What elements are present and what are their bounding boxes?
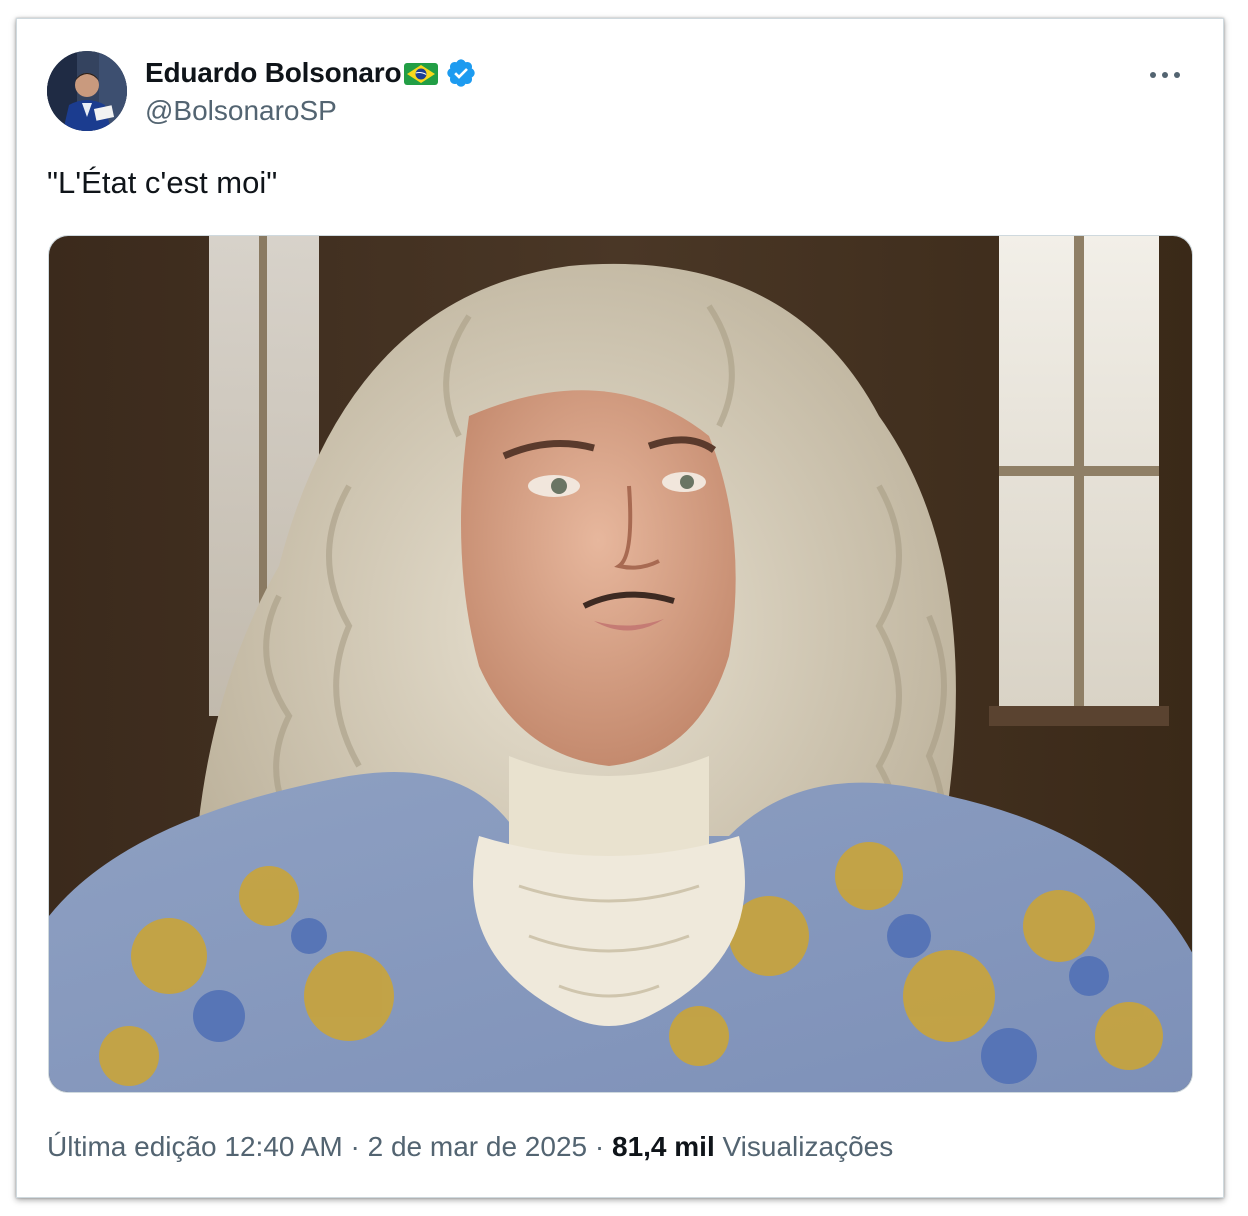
avatar[interactable] [47, 51, 127, 131]
more-options-button[interactable] [1145, 61, 1185, 89]
post-date[interactable]: 2 de mar de 2025 [368, 1131, 588, 1162]
verified-badge-icon[interactable] [445, 57, 477, 89]
brazil-flag-icon [403, 60, 439, 86]
author-display-name[interactable]: Eduardo Bolsonaro [145, 57, 402, 89]
more-dots-icon [1150, 72, 1180, 78]
tweet-meta: Última edição 12:40 AM · 2 de mar de 202… [47, 1131, 893, 1163]
meta-separator: · [594, 1131, 605, 1162]
tweet-image[interactable] [48, 235, 1193, 1093]
tweet-card: Eduardo Bolsonaro @BolsonaroSP "L'État c… [16, 18, 1224, 1198]
tweet-header: Eduardo Bolsonaro @BolsonaroSP [47, 51, 1193, 135]
author-block: Eduardo Bolsonaro @BolsonaroSP [145, 55, 477, 127]
tweet-text: "L'État c'est moi" [47, 165, 278, 200]
meta-separator: · [350, 1131, 360, 1162]
author-handle[interactable]: @BolsonaroSP [145, 95, 477, 127]
edited-timestamp[interactable]: Última edição 12:40 AM [47, 1131, 343, 1162]
views-count: 81,4 mil [612, 1131, 715, 1162]
name-row: Eduardo Bolsonaro [145, 55, 477, 91]
views-label: Visualizações [722, 1131, 894, 1162]
